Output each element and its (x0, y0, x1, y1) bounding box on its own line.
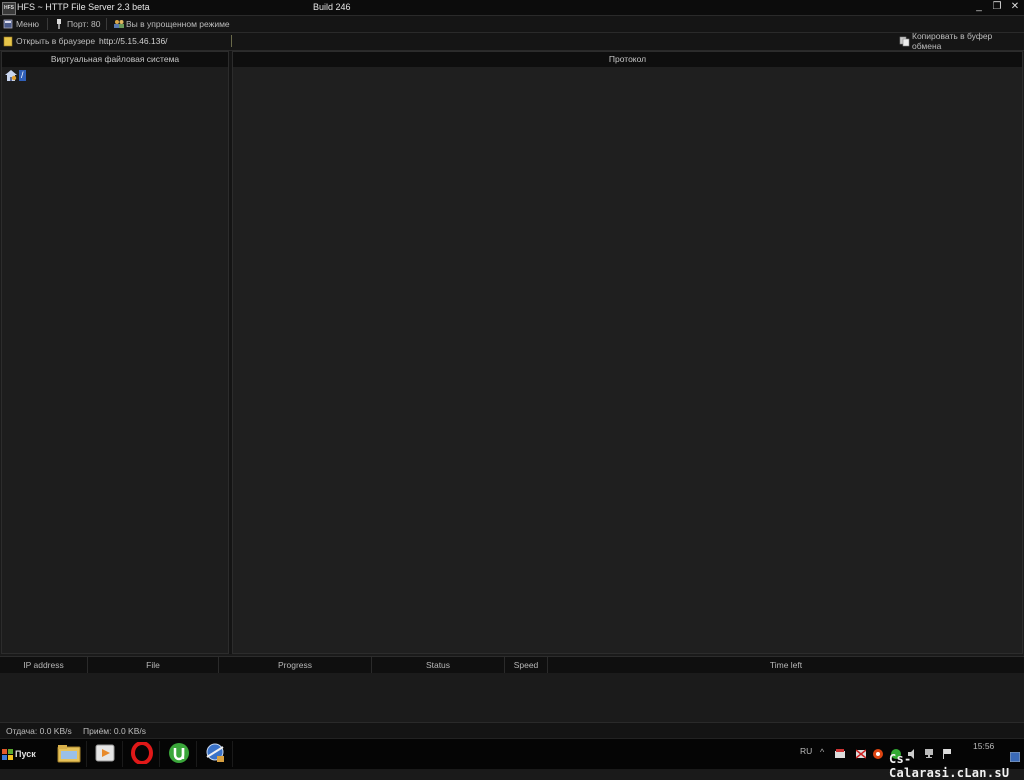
copy-to-clipboard-label: Копировать в буфер обмена (912, 31, 993, 51)
port-label: Порт: 80 (67, 19, 101, 29)
utorrent-icon (168, 742, 190, 766)
url-toolbar: Открыть в браузере Копировать в буфер об… (0, 31, 1024, 51)
window-controls: _ ❐ ✕ (974, 1, 1020, 13)
close-button[interactable]: ✕ (1010, 1, 1020, 13)
windows-logo-icon (2, 748, 13, 760)
log-header: Протокол (233, 52, 1022, 67)
build-label: Build 246 (313, 2, 351, 12)
toolbar-divider (106, 18, 107, 30)
plug-icon (54, 19, 64, 29)
column-progress[interactable]: Progress (219, 657, 372, 673)
column-file[interactable]: File (88, 657, 219, 673)
taskbar: Пуск RU ^ 15:56 Cs-Calarasi.cLan.sU (0, 738, 1024, 780)
download-speed: Приём: 0.0 KB/s (83, 726, 147, 736)
tray-opera-icon[interactable] (873, 749, 883, 759)
tray-expand-icon[interactable]: ^ (820, 747, 830, 757)
start-label: Пуск (15, 749, 36, 759)
quick-launch-explorer[interactable] (52, 741, 87, 767)
explorer-icon (57, 743, 81, 765)
quick-launch-utorrent[interactable] (162, 741, 197, 767)
copy-to-clipboard-button[interactable]: Копировать в буфер обмена (899, 31, 1024, 51)
vfs-root-label: / (19, 70, 26, 81)
upload-speed: Отдача: 0.0 KB/s (6, 726, 72, 736)
column-ip-address[interactable]: IP address (0, 657, 88, 673)
opera-icon (131, 741, 153, 766)
main-toolbar: Меню Порт: 80 Вы в упрощенном режиме (0, 16, 1024, 33)
clock[interactable]: 15:56 (973, 741, 994, 751)
status-bar: Отдача: 0.0 KB/s Приём: 0.0 KB/s (0, 722, 1024, 739)
open-in-browser-button[interactable]: Открыть в браузере (3, 35, 95, 47)
menu-button[interactable]: Меню (3, 18, 39, 30)
column-status[interactable]: Status (372, 657, 505, 673)
media-player-icon (95, 743, 115, 765)
quick-launch-opera[interactable] (125, 741, 160, 767)
users-icon (113, 19, 124, 29)
vfs-panel[interactable]: Виртуальная файловая система / (1, 51, 229, 654)
hfs-app-icon[interactable]: HFS (2, 2, 16, 15)
minimize-button[interactable]: _ (974, 1, 984, 13)
open-in-browser-label: Открыть в браузере (16, 36, 96, 46)
menu-label: Меню (16, 19, 39, 29)
log-panel[interactable]: Протокол (232, 51, 1023, 654)
restore-button[interactable]: ❐ (992, 1, 1002, 13)
menu-icon (3, 19, 13, 29)
language-indicator[interactable]: RU (800, 746, 812, 756)
column-speed[interactable]: Speed (505, 657, 548, 673)
vfs-root-node[interactable]: / (5, 70, 26, 81)
url-field[interactable] (97, 35, 232, 47)
tray-app-icon[interactable] (835, 749, 845, 759)
port-button[interactable]: Порт: 80 (54, 18, 100, 30)
mode-label: Вы в упрощенном режиме (126, 19, 230, 29)
toolbar-divider (47, 18, 48, 30)
hfs-icon (204, 742, 226, 766)
mode-button[interactable]: Вы в упрощенном режиме (113, 18, 230, 30)
start-button[interactable]: Пуск (2, 743, 36, 765)
vfs-header: Виртуальная файловая система (2, 52, 228, 67)
quick-launch-hfs[interactable] (198, 741, 233, 767)
home-icon (5, 70, 17, 81)
browser-icon (3, 36, 13, 47)
watermark-text: Cs-Calarasi.cLan.sU (889, 752, 1010, 780)
quick-launch-media-player[interactable] (88, 741, 123, 767)
column-time-left[interactable]: Time left (548, 657, 1024, 673)
tray-mail-icon[interactable] (855, 749, 867, 759)
copy-icon (899, 36, 910, 47)
title-bar[interactable]: HFS HFS ~ HTTP File Server 2.3 beta Buil… (0, 0, 1024, 16)
window-title: HFS ~ HTTP File Server 2.3 beta (17, 2, 150, 12)
transfers-list[interactable]: IP address File Progress Status Speed Ti… (0, 656, 1024, 723)
